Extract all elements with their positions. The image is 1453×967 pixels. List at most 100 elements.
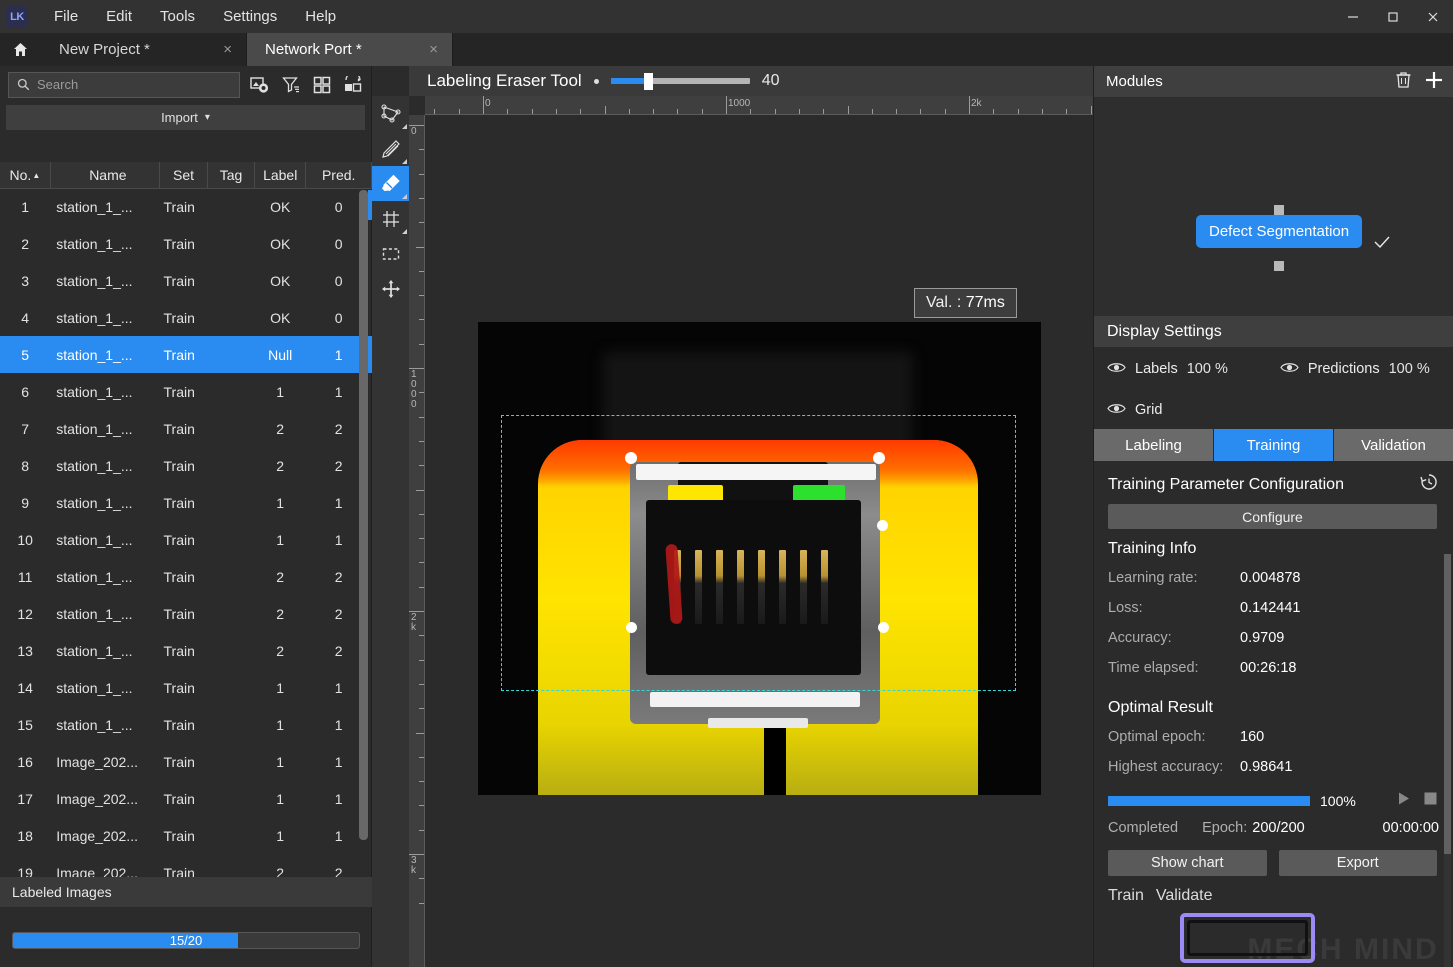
- trash-icon[interactable]: [1394, 70, 1413, 93]
- table-row[interactable]: 3 station_1_... Train OK 0: [0, 262, 372, 299]
- specimen-image[interactable]: [478, 322, 1041, 795]
- right-panel-scrollbar[interactable]: [1444, 554, 1451, 967]
- table-row[interactable]: 12 station_1_... Train 2 2: [0, 595, 372, 632]
- menu-file[interactable]: File: [40, 4, 92, 29]
- eraser-tool-button[interactable]: [372, 166, 409, 201]
- module-port-bottom[interactable]: [1274, 261, 1284, 271]
- column-header-no[interactable]: No.▲: [0, 162, 51, 189]
- table-row[interactable]: 6 station_1_... Train 1 1: [0, 373, 372, 410]
- tool-expand-corner[interactable]: [402, 229, 407, 234]
- home-tab-button[interactable]: [0, 33, 41, 66]
- show-chart-button[interactable]: Show chart: [1108, 850, 1267, 876]
- validate-button[interactable]: Validate: [1156, 887, 1213, 905]
- scrollbar-thumb[interactable]: [359, 190, 368, 840]
- tab-close-icon[interactable]: ×: [223, 41, 232, 58]
- grid-view-icon[interactable]: [312, 73, 333, 97]
- tool-expand-corner[interactable]: [402, 194, 407, 199]
- table-row[interactable]: 15 station_1_... Train 1 1: [0, 706, 372, 743]
- cell-tag: [208, 447, 255, 484]
- tab-validation[interactable]: Validation: [1334, 429, 1453, 461]
- table-row[interactable]: 14 station_1_... Train 1 1: [0, 669, 372, 706]
- tab-close-icon[interactable]: ×: [429, 41, 438, 58]
- table-row[interactable]: 4 station_1_... Train OK 0: [0, 299, 372, 336]
- brush-size-slider[interactable]: [610, 73, 750, 90]
- menu-settings[interactable]: Settings: [209, 4, 291, 29]
- maximize-icon[interactable]: [1373, 0, 1413, 33]
- layout-view-icon[interactable]: [342, 73, 363, 97]
- column-header-tag[interactable]: Tag: [207, 162, 256, 189]
- optimal-result-key: Optimal epoch:: [1108, 729, 1206, 745]
- column-header-set[interactable]: Set: [159, 162, 209, 189]
- marquee-select-tool-button[interactable]: [372, 236, 409, 271]
- labels-visibility-toggle[interactable]: Labels 100 %: [1107, 361, 1228, 378]
- tab-new-project[interactable]: New Project * ×: [41, 33, 247, 66]
- train-button[interactable]: Train: [1108, 887, 1144, 905]
- play-icon[interactable]: [1395, 790, 1412, 812]
- module-graph-canvas[interactable]: Defect Segmentation: [1094, 97, 1453, 316]
- image-settings-icon[interactable]: [250, 73, 271, 97]
- table-row[interactable]: 18 Image_202... Train 1 1: [0, 817, 372, 854]
- image-canvas[interactable]: 0 1000 2k 01 0 0 02 k3 k Val.: 77ms: [409, 96, 1093, 967]
- table-row[interactable]: 10 station_1_... Train 1 1: [0, 521, 372, 558]
- ruler-tick: [483, 96, 484, 114]
- ruler-tick: [969, 96, 970, 114]
- grid-icon: [382, 210, 399, 227]
- epoch-value: 200/200: [1252, 820, 1305, 836]
- menu-help[interactable]: Help: [291, 4, 350, 29]
- column-header-pred[interactable]: Pred.: [305, 162, 372, 189]
- tab-network-port[interactable]: Network Port * ×: [247, 33, 453, 66]
- table-row[interactable]: 13 station_1_... Train 2 2: [0, 632, 372, 669]
- eye-icon[interactable]: [1280, 361, 1299, 378]
- cell-set: Train: [163, 790, 195, 807]
- menu-edit[interactable]: Edit: [92, 4, 146, 29]
- grid-visibility-toggle[interactable]: Grid: [1107, 402, 1162, 419]
- predictions-visibility-toggle[interactable]: Predictions 100 %: [1280, 361, 1430, 378]
- ruler-tick: [653, 109, 655, 114]
- brush-tool-button[interactable]: [372, 131, 409, 166]
- table-row[interactable]: 9 station_1_... Train 1 1: [0, 484, 372, 521]
- table-row[interactable]: 5 station_1_... Train Null 1: [0, 336, 372, 373]
- filter-icon[interactable]: [281, 73, 302, 97]
- tab-labeling[interactable]: Labeling: [1094, 429, 1214, 461]
- column-header-label[interactable]: Label: [254, 162, 307, 189]
- module-node-defect-segmentation[interactable]: Defect Segmentation: [1196, 215, 1363, 248]
- minimize-icon[interactable]: [1333, 0, 1373, 33]
- table-row[interactable]: 11 station_1_... Train 2 2: [0, 558, 372, 595]
- history-icon[interactable]: [1419, 472, 1439, 497]
- import-button[interactable]: Import ▾: [6, 105, 365, 130]
- cell-set: Train: [163, 420, 195, 437]
- grid-tool-button[interactable]: [372, 201, 409, 236]
- cell-name: Image_202...: [56, 827, 138, 844]
- table-row[interactable]: 2 station_1_... Train OK 0: [0, 225, 372, 262]
- search-input[interactable]: Search: [8, 71, 240, 98]
- stop-icon[interactable]: [1422, 790, 1439, 812]
- ruler-label: 2k: [971, 98, 982, 109]
- column-label: No.: [9, 166, 32, 183]
- module-port-top[interactable]: [1274, 205, 1284, 215]
- polygon-tool-button[interactable]: [372, 96, 409, 131]
- table-row[interactable]: 17 Image_202... Train 1 1: [0, 780, 372, 817]
- close-icon[interactable]: [1413, 0, 1453, 33]
- column-header-name[interactable]: Name: [50, 162, 161, 189]
- tab-training[interactable]: Training: [1214, 429, 1334, 461]
- table-row[interactable]: 16 Image_202... Train 1 1: [0, 743, 372, 780]
- tool-expand-corner[interactable]: [402, 124, 407, 129]
- scrollbar-thumb[interactable]: [1444, 554, 1451, 854]
- cell-set: Train: [163, 568, 195, 585]
- pan-tool-button[interactable]: [372, 271, 409, 306]
- brush-slider-knob[interactable]: [643, 73, 653, 90]
- eye-icon[interactable]: [1107, 402, 1126, 419]
- menu-tools[interactable]: Tools: [146, 4, 209, 29]
- table-row[interactable]: 1 station_1_... Train OK 0: [0, 188, 372, 225]
- table-row[interactable]: 7 station_1_... Train 2 2: [0, 410, 372, 447]
- tool-expand-corner[interactable]: [402, 159, 407, 164]
- file-list-scrollbar[interactable]: [359, 190, 368, 950]
- training-progress-percent: 100%: [1320, 793, 1356, 809]
- table-row[interactable]: 8 station_1_... Train 2 2: [0, 447, 372, 484]
- plus-icon[interactable]: [1423, 69, 1445, 95]
- eye-icon[interactable]: [1107, 361, 1126, 378]
- configure-button[interactable]: Configure: [1108, 504, 1437, 529]
- ruler-tick: [419, 149, 424, 151]
- image-viewport[interactable]: Val. : 77ms: [426, 116, 1093, 967]
- export-button[interactable]: Export: [1278, 850, 1437, 876]
